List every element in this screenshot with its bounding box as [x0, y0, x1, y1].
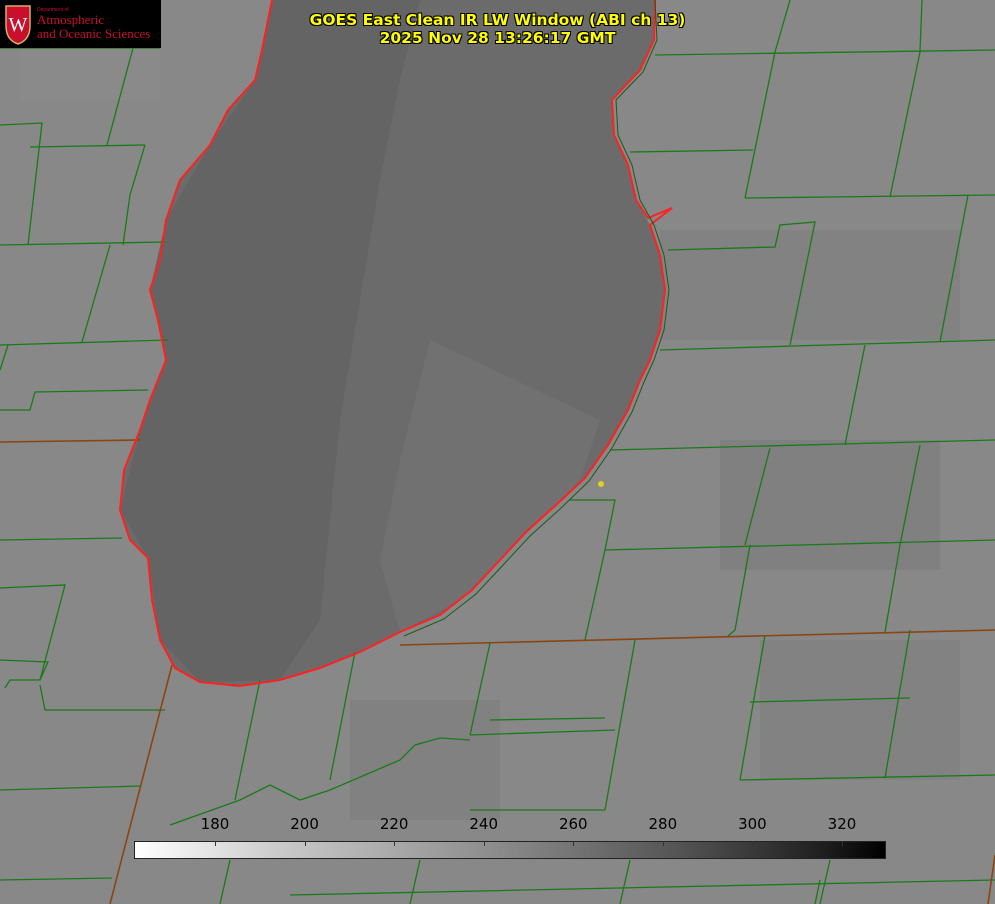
satellite-map: W Department of Atmospheric and Oceanic …	[0, 0, 995, 904]
colorbar-tick-label: 180	[200, 815, 230, 833]
colorbar-tick-mark	[304, 841, 306, 846]
colorbar-tick-mark	[483, 841, 485, 846]
colorbar-tick-label: 320	[827, 815, 857, 833]
location-marker	[598, 481, 604, 487]
colorbar-tick-label: 240	[469, 815, 499, 833]
colorbar-tick-label: 260	[558, 815, 588, 833]
colorbar-tick-mark	[752, 841, 754, 846]
colorbar-tick-mark	[394, 841, 396, 846]
colorbar-tick-mark	[573, 841, 575, 846]
title-product: GOES East Clean IR LW Window (ABI ch 13)	[309, 11, 686, 29]
colorbar	[134, 841, 886, 859]
colorbar-tick-label: 200	[290, 815, 319, 833]
colorbar-tick-mark	[662, 841, 664, 846]
title-timestamp: 2025 Nov 28 13:26:17 GMT	[379, 29, 616, 47]
colorbar-tick-label: 300	[738, 815, 767, 833]
colorbar-tick-mark	[842, 841, 843, 846]
image-title: GOES East Clean IR LW Window (ABI ch 13)…	[0, 11, 995, 47]
map-canvas	[0, 0, 995, 904]
colorbar-tick-label: 220	[379, 815, 409, 833]
colorbar-tick-label: 280	[648, 815, 678, 833]
colorbar-tick-mark	[215, 841, 216, 846]
